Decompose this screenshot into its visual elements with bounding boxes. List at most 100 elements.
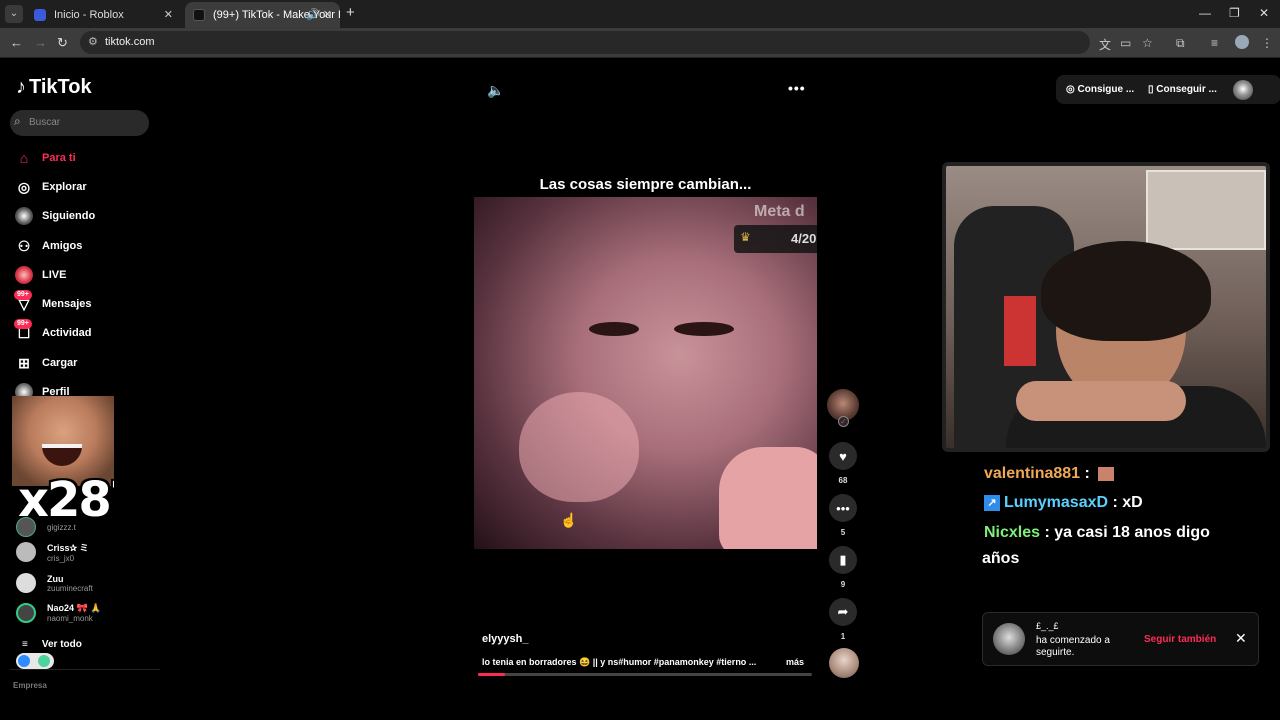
user-avatar[interactable] (1233, 80, 1253, 100)
share-count: 1 (840, 632, 846, 641)
video-overlay-caption: Las cosas siempre cambian... (539, 176, 752, 193)
heart-icon: ♥ (839, 448, 847, 464)
webcam-content (1004, 296, 1036, 366)
tiktok-favicon-icon (193, 9, 205, 21)
cast-icon[interactable]: ▭ (1120, 36, 1131, 50)
video-description: lo tenia en borradores 😆 || y ns#humor #… (482, 657, 757, 667)
sidebar-item-mensajes[interactable]: ▽ 99+ Mensajes (14, 290, 92, 315)
tiktok-note-icon: ♪ (16, 76, 26, 98)
account-handle: naomi_monk (47, 614, 93, 623)
search-input[interactable]: ⌕ Buscar (10, 110, 149, 136)
video-progress-bar[interactable] (478, 673, 812, 676)
following-icon (14, 206, 34, 226)
account-handle: zuuminecraft (47, 583, 93, 593)
progress-fill (478, 673, 505, 676)
notification-text: ha comenzado a seguirte. (1036, 635, 1110, 658)
sidebar-item-live[interactable]: LIVE (14, 264, 66, 286)
tab-tiktok[interactable]: (99+) TikTok - Make Your Da 🔊 ✕ (185, 2, 340, 28)
comment-icon: ••• (836, 500, 850, 516)
avatar[interactable] (993, 623, 1025, 655)
video-author[interactable]: elyyysh_ (482, 633, 528, 645)
more-link[interactable]: más (786, 657, 804, 667)
video-content (674, 322, 734, 336)
forward-icon[interactable]: → (34, 35, 47, 50)
friends-icon: ⚇ (17, 237, 31, 254)
chat-message: Nicxles : ya casi 18 anos digo (984, 524, 1210, 542)
sidebar-item-siguiendo[interactable]: Siguiendo (14, 205, 95, 227)
extensions-icon[interactable]: ⧉ (1176, 36, 1185, 51)
logo-text: TikTok (29, 76, 92, 98)
bookmark-star-icon[interactable]: ☆ (1142, 36, 1153, 50)
sidebar-item-label: LIVE (42, 269, 67, 281)
tab-search-icon[interactable]: ⌄ (5, 5, 23, 23)
app-toggle[interactable] (16, 653, 54, 669)
following-account[interactable]: Criss✰ ミ cris_jx0 (16, 539, 89, 565)
close-icon[interactable]: 🔊 ✕ (306, 2, 332, 28)
more-options-icon[interactable]: ••• (788, 80, 806, 96)
site-info-icon[interactable]: ⚙ (88, 35, 98, 48)
get-app-button[interactable]: ▯ Conseguir ... (1148, 84, 1217, 95)
overlay-meta-box: ♛ 4/20 (734, 225, 817, 253)
menu-icon[interactable]: ⋮ (1261, 36, 1273, 50)
chat-separator: : (1080, 465, 1095, 482)
share-button[interactable]: ➦ (829, 598, 857, 626)
address-bar[interactable]: ⚙ tiktok.com (80, 31, 1090, 54)
sidebar-item-amigos[interactable]: ⚇ Amigos (14, 235, 83, 257)
follow-back-button[interactable]: Seguir también (1144, 634, 1216, 645)
sidebar-item-explorar[interactable]: ◎ Explorar (14, 176, 87, 198)
get-app-label: Conseguir ... (1156, 84, 1217, 95)
comment-button[interactable]: ••• (829, 494, 857, 522)
see-all-link[interactable]: ≡ Ver todo (22, 639, 82, 650)
tab-roblox[interactable]: Inicio - Roblox ✕ (26, 2, 181, 28)
account-handle: gigizzz.t (47, 522, 76, 532)
account-name: Criss✰ ミ (47, 543, 89, 553)
compass-icon: ◎ (17, 178, 31, 195)
chat-username: valentina881 (984, 465, 1081, 482)
roblox-favicon-icon (34, 9, 46, 21)
hand-cursor-icon: ☝ (560, 512, 578, 528)
blue-dot-icon (18, 655, 30, 667)
close-icon[interactable]: ✕ (1235, 630, 1247, 647)
close-icon[interactable]: ✕ (164, 2, 173, 28)
list-icon: ≡ (22, 639, 28, 650)
translate-icon[interactable]: 文 (1099, 36, 1111, 53)
tiktok-logo[interactable]: ♪ TikTok (16, 76, 92, 99)
music-disc[interactable] (829, 648, 859, 678)
browser-toolbar: ← → ↻ ⚙ tiktok.com 文 ▭ ☆ ⧉ ≡ ⋮ (0, 28, 1280, 58)
media-icon[interactable]: ≡ (1211, 36, 1218, 50)
like-button[interactable]: ♥ (829, 442, 857, 470)
follow-plus-icon[interactable]: ✓ (838, 416, 849, 427)
reload-icon[interactable]: ↻ (57, 35, 68, 51)
chat-separator: : (1040, 524, 1055, 541)
window-close-icon[interactable]: ✕ (1259, 6, 1269, 20)
restore-icon[interactable]: ❐ (1229, 6, 1240, 20)
chat-username: Nicxles (984, 524, 1041, 541)
avatar (16, 542, 36, 562)
back-icon[interactable]: ← (10, 35, 23, 50)
volume-icon[interactable]: 🔈 (487, 82, 504, 99)
new-tab-icon[interactable]: + (346, 4, 355, 21)
following-account[interactable]: gigizzz.t (16, 514, 76, 540)
webcam-content (1016, 381, 1186, 421)
following-account[interactable]: Nao24 🎀 🙏 naomi_monk (16, 600, 101, 626)
save-count: 9 (840, 580, 846, 589)
sidebar-item-para-ti[interactable]: ⌂ Para ti (14, 147, 76, 169)
video-player[interactable]: Meta d ♛ 4/20 (474, 197, 817, 549)
footer-section-title: Empresa (13, 681, 47, 690)
get-coins-button[interactable]: ◎ Consigue ... (1066, 84, 1134, 95)
chat-username: LumymasaxD (1004, 494, 1109, 511)
profile-avatar[interactable] (1235, 35, 1249, 49)
badge-count: 99+ (14, 319, 32, 329)
chat-message: años (982, 550, 1019, 568)
home-icon: ⌂ (19, 150, 29, 166)
trophy-icon: ♛ (740, 230, 751, 244)
save-button[interactable]: ▮ (829, 546, 857, 574)
url-text: tiktok.com (105, 36, 155, 48)
share-icon: ➦ (837, 604, 849, 619)
sidebar-item-actividad[interactable]: ☐ 99+ Actividad (14, 319, 92, 344)
minimize-icon[interactable]: — (1199, 6, 1211, 20)
search-icon: ⌕ (14, 114, 21, 128)
sidebar-item-cargar[interactable]: ⊞ Cargar (14, 352, 77, 374)
like-count: 68 (838, 476, 848, 485)
following-account[interactable]: Zuu zuuminecraft (16, 570, 93, 596)
